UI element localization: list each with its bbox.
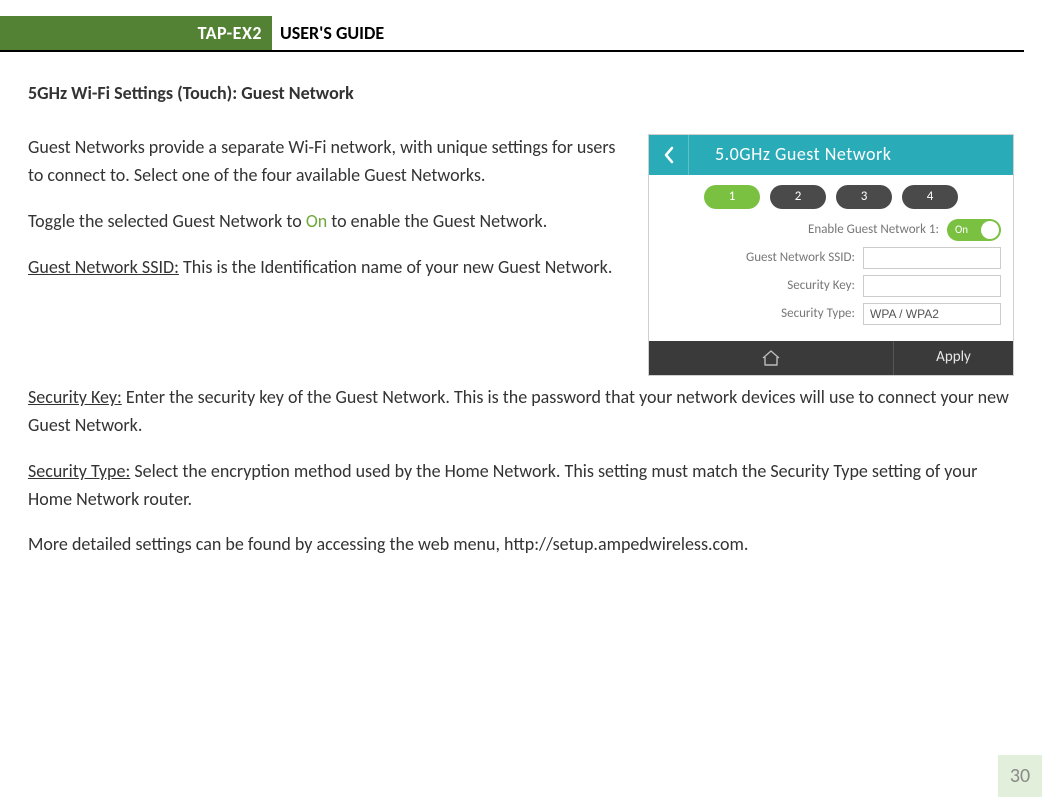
key-row: Security Key: [661, 275, 1001, 297]
ssid-term: Guest Network SSID: [28, 256, 179, 278]
touch-header: 5.0GHz Guest Network [649, 135, 1013, 175]
home-button[interactable] [649, 341, 893, 375]
back-button[interactable] [649, 135, 689, 175]
type-term: Security Type: [28, 460, 130, 482]
guest-tab-1[interactable]: 1 [704, 185, 760, 209]
ssid-input[interactable] [863, 247, 1001, 269]
toggle-text: On [955, 221, 968, 238]
on-text: On [306, 210, 327, 232]
enable-toggle[interactable]: On [947, 219, 1001, 241]
ssid-label: Guest Network SSID: [746, 248, 855, 268]
product-badge: TAP-EX2 [0, 16, 272, 50]
touch-screenshot: 5.0GHz Guest Network 1 2 3 4 Enable Gues… [648, 134, 1014, 376]
toggle-para-a: Toggle the selected Guest Network to [28, 210, 306, 232]
touch-body: 1 2 3 4 Enable Guest Network 1: On Guest… [649, 175, 1013, 341]
type-paragraph: Security Type: Select the encryption met… [28, 458, 1014, 514]
key-desc: Enter the security key of the Guest Netw… [28, 386, 1009, 436]
key-input[interactable] [863, 275, 1001, 297]
chevron-left-icon [662, 146, 676, 164]
ssid-desc: This is the Identification name of your … [179, 256, 613, 278]
guest-tab-3[interactable]: 3 [836, 185, 892, 209]
enable-label: Enable Guest Network 1: [808, 220, 939, 240]
guest-tab-2[interactable]: 2 [770, 185, 826, 209]
apply-button[interactable]: Apply [893, 341, 1013, 375]
key-paragraph: Security Key: Enter the security key of … [28, 384, 1014, 440]
ssid-row: Guest Network SSID: [661, 247, 1001, 269]
guest-tab-4[interactable]: 4 [902, 185, 958, 209]
touch-footer: Apply [649, 341, 1013, 375]
page-content: 5GHz Wi-Fi Settings (Touch): Guest Netwo… [0, 52, 1042, 559]
header-bar: TAP-EX2 USER'S GUIDE [0, 16, 1024, 52]
touch-title: 5.0GHz Guest Network [689, 141, 1013, 169]
type-row: Security Type: [661, 303, 1001, 325]
enable-row: Enable Guest Network 1: On [661, 219, 1001, 241]
key-term: Security Key: [28, 386, 122, 408]
guest-tabs: 1 2 3 4 [661, 185, 1001, 209]
type-select[interactable] [863, 303, 1001, 325]
toggle-para-b: to enable the Guest Network. [327, 210, 547, 232]
home-icon [761, 349, 781, 367]
doc-title: USER'S GUIDE [272, 16, 384, 50]
more-paragraph: More detailed settings can be found by a… [28, 531, 1014, 559]
section-heading: 5GHz Wi-Fi Settings (Touch): Guest Netwo… [28, 80, 1014, 108]
key-label: Security Key: [787, 276, 855, 296]
type-label: Security Type: [781, 304, 855, 324]
type-desc: Select the encryption method used by the… [28, 460, 977, 510]
